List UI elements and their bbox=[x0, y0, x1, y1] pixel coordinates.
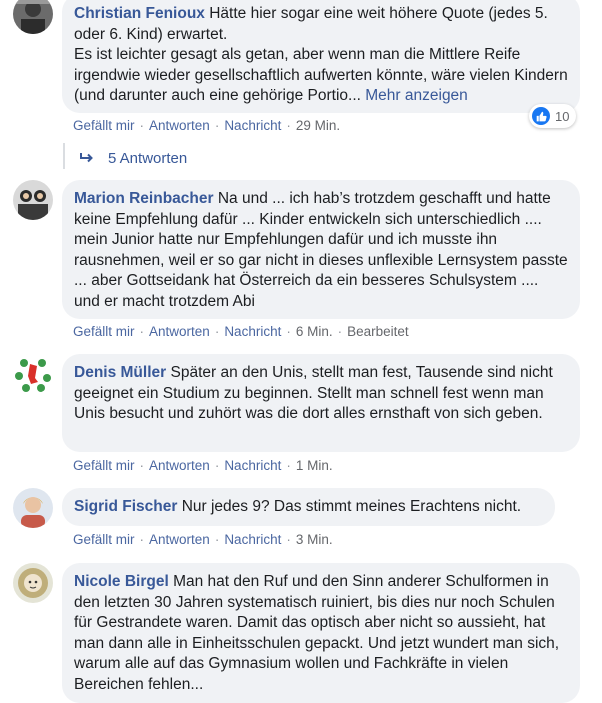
comment-actions: Gefällt mir · Antworten · Nachricht · 29 Min. bbox=[73, 118, 341, 133]
comment-text: Man hat den Ruf und den Sinn anderer Sch… bbox=[74, 573, 560, 693]
message-link[interactable]: Nachricht bbox=[224, 324, 281, 339]
comment-bubble: Sigrid Fischer Nur jedes 9? Das stimmt m… bbox=[62, 488, 555, 526]
reply-arrow-icon bbox=[80, 150, 94, 167]
like-link[interactable]: Gefällt mir bbox=[73, 118, 135, 133]
comment-author[interactable]: Marion Reinbacher bbox=[74, 190, 214, 207]
reaction-count: 10 bbox=[555, 108, 570, 124]
edited-label: Bearbeitet bbox=[347, 324, 409, 339]
avatar[interactable] bbox=[13, 488, 53, 528]
message-link[interactable]: Nachricht bbox=[224, 458, 281, 473]
timestamp[interactable]: 6 Min. bbox=[296, 324, 333, 339]
reply-link[interactable]: Antworten bbox=[149, 118, 210, 133]
reply-link[interactable]: Antworten bbox=[149, 458, 210, 473]
comment-author[interactable]: Sigrid Fischer bbox=[74, 498, 177, 515]
reaction-counter[interactable]: 10 bbox=[529, 104, 577, 128]
comment-actions: Gefällt mir · Antworten · Nachricht · 6 Min. · B… bbox=[73, 324, 409, 339]
timestamp[interactable]: 29 Min. bbox=[296, 118, 340, 133]
like-link[interactable]: Gefällt mir bbox=[73, 532, 135, 547]
comment-author[interactable]: Nicole Birgel bbox=[74, 573, 169, 590]
comment-author[interactable]: Denis Müller bbox=[74, 364, 166, 381]
replies-label: 5 Antworten bbox=[108, 150, 188, 167]
avatar[interactable] bbox=[13, 563, 53, 603]
comment-text: Na und ... ich hab’s trotzdem geschafft … bbox=[74, 190, 568, 310]
comment-bubble: Nicole Birgel Man hat den Ruf und den Si… bbox=[62, 563, 580, 703]
reply-link[interactable]: Antworten bbox=[149, 324, 210, 339]
comment-author[interactable]: Christian Fenioux bbox=[74, 5, 205, 22]
avatar[interactable] bbox=[13, 180, 53, 220]
message-link[interactable]: Nachricht bbox=[224, 118, 281, 133]
comment-actions: Gefällt mir · Antworten · Nachricht · 3 Min. bbox=[73, 532, 333, 547]
timestamp[interactable]: 1 Min. bbox=[296, 458, 333, 473]
avatar[interactable] bbox=[13, 354, 53, 394]
comment-actions: Gefällt mir · Antworten · Nachricht · 1 Min. bbox=[73, 458, 333, 473]
message-link[interactable]: Nachricht bbox=[224, 532, 281, 547]
comment-bubble: Marion Reinbacher Na und ... ich hab’s t… bbox=[62, 180, 580, 319]
thumbs-up-icon bbox=[532, 107, 550, 125]
comment-bubble: Christian Fenioux Hätte hier sogar eine … bbox=[62, 0, 580, 113]
avatar[interactable] bbox=[13, 0, 53, 34]
timestamp[interactable]: 3 Min. bbox=[296, 532, 333, 547]
like-link[interactable]: Gefällt mir bbox=[73, 324, 135, 339]
comment-bubble: Denis Müller Später an den Unis, stellt … bbox=[62, 354, 580, 452]
reply-thread-line bbox=[63, 143, 65, 169]
show-more-link[interactable]: Mehr anzeigen bbox=[365, 87, 468, 104]
comment-text: Nur jedes 9? Das stimmt meines Erachtens… bbox=[181, 498, 522, 515]
view-replies-link[interactable]: 5 Antworten bbox=[80, 150, 187, 167]
like-link[interactable]: Gefällt mir bbox=[73, 458, 135, 473]
reply-link[interactable]: Antworten bbox=[149, 532, 210, 547]
comment-text-continued: Es ist leichter gesagt als getan, aber w… bbox=[74, 46, 568, 104]
